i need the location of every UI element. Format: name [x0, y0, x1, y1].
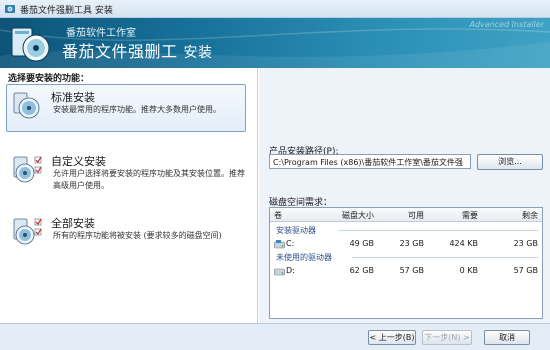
- column-header-available[interactable]: 可用: [380, 210, 424, 221]
- drive-required: 424 KB: [449, 239, 478, 248]
- cancel-button[interactable]: 取消: [484, 330, 530, 345]
- installer-watermark: Advanced Installer: [469, 20, 545, 29]
- hard-drive-icon: [274, 240, 285, 249]
- option-standard-install[interactable]: 标准安装 安装最常用的程序功能。推荐大多数用户使用。: [6, 84, 246, 132]
- table-row[interactable]: C: 49 GB 23 GB 424 KB 23 GB: [270, 237, 542, 251]
- installer-app-icon: [5, 5, 15, 13]
- group-label: 安装驱动器: [276, 226, 316, 235]
- standard-install-disc-icon: [13, 92, 40, 119]
- group-unused-drives: 未使用的驱动器: [276, 252, 538, 263]
- drive-available: 57 GB: [399, 266, 424, 275]
- drive-remaining: 57 GB: [513, 266, 538, 275]
- group-divider: [352, 257, 538, 258]
- drive-required: 0 KB: [459, 266, 478, 275]
- group-divider: [338, 230, 538, 231]
- next-button[interactable]: 下一步(N) >: [422, 330, 472, 345]
- feature-selection-panel: 选择要安装的功能： 标准安装 安装最常用的程序功能。推荐大多数用户使用。 自定义…: [0, 68, 258, 323]
- drive-available: 23 GB: [399, 239, 424, 248]
- drive-size: 62 GB: [349, 266, 374, 275]
- column-header-volume[interactable]: 卷: [274, 210, 282, 221]
- option-full-install[interactable]: 全部安装 所有的程序功能将被安装 (要求较多的磁盘空间): [6, 210, 246, 258]
- drive-name: C:: [286, 239, 295, 248]
- window-title: 番茄文件强删工具 安装: [20, 6, 113, 16]
- column-header-required[interactable]: 需要: [430, 210, 478, 221]
- product-title: 番茄文件强删工 安装: [62, 38, 213, 62]
- install-word: 安装: [183, 45, 213, 61]
- wizard-footer: < 上一步(B) 下一步(N) > 取消: [0, 323, 550, 350]
- drive-name: D:: [286, 266, 295, 275]
- drive-remaining: 23 GB: [513, 239, 538, 248]
- back-button[interactable]: < 上一步(B): [368, 330, 416, 345]
- option-description: 允许用户选择将要安装的程序功能及其安装位置。推荐高级用户使用。: [53, 169, 245, 190]
- group-label: 未使用的驱动器: [276, 253, 332, 262]
- column-header-remaining[interactable]: 剩余: [484, 210, 538, 221]
- disk-space-table[interactable]: 卷 磁盘大小 可用 需要 剩余 安装驱动器 C: 49 GB 23 GB 424…: [269, 207, 543, 319]
- drive-size: 49 GB: [349, 239, 374, 248]
- option-custom-install[interactable]: 自定义安装 允许用户选择将要安装的程序功能及其安装位置。推荐高级用户使用。: [6, 148, 246, 196]
- column-header-size[interactable]: 磁盘大小: [322, 210, 374, 221]
- option-title: 自定义安装: [51, 155, 106, 168]
- full-install-checklist-icon: [13, 218, 42, 245]
- product-logo-icon: [11, 27, 50, 62]
- browse-button[interactable]: 浏览...: [477, 154, 543, 170]
- title-bar: 番茄文件强删工具 安装: [0, 0, 550, 18]
- group-install-drives: 安装驱动器: [276, 225, 538, 236]
- install-path-input[interactable]: C:\Program Files (x86)\番茄软件工作室\番茄文件强: [269, 154, 471, 169]
- header-banner: 番茄软件工作室 番茄文件强删工 安装 Advanced Installer: [0, 18, 550, 68]
- custom-install-checklist-icon: [13, 156, 42, 183]
- table-row[interactable]: D: 62 GB 57 GB 0 KB 57 GB: [270, 264, 542, 278]
- option-title: 全部安装: [51, 217, 95, 230]
- details-panel: 产品安装路径(P): C:\Program Files (x86)\番茄软件工作…: [259, 68, 550, 323]
- company-name: 番茄软件工作室: [66, 28, 136, 39]
- option-title: 标准安装: [51, 91, 95, 104]
- option-description: 安装最常用的程序功能。推荐大多数用户使用。: [53, 105, 221, 114]
- product-name: 番茄文件强删工: [62, 42, 178, 61]
- feature-heading: 选择要安装的功能：: [8, 74, 90, 84]
- table-header: 卷 磁盘大小 可用 需要 剩余: [270, 208, 542, 222]
- hard-drive-icon: [274, 268, 285, 276]
- option-description: 所有的程序功能将被安装 (要求较多的磁盘空间): [53, 231, 222, 240]
